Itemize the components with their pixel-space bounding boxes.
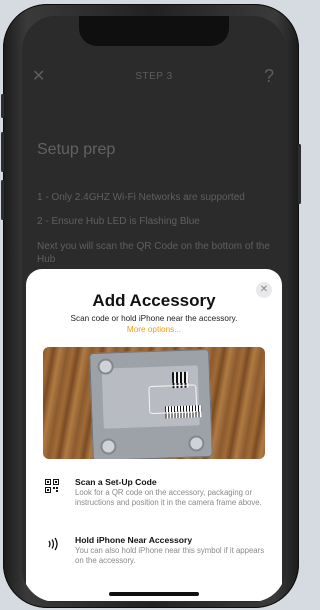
mute-switch: [1, 94, 4, 118]
option-title: Scan a Set-Up Code: [75, 477, 157, 487]
device-foot: [190, 437, 203, 450]
setup-line-1: 1 - Only 2.4GHZ Wi-Fi Networks are suppo…: [37, 192, 245, 203]
add-accessory-sheet: ✕ Add Accessory Scan code or hold iPhone…: [26, 269, 282, 601]
camera-viewfinder: [43, 347, 265, 459]
option-description: You can also hold iPhone near this symbo…: [75, 546, 265, 565]
qr-code-icon: [43, 479, 61, 496]
scan-frame: [148, 384, 198, 415]
sheet-title: Add Accessory: [92, 291, 216, 310]
more-options-link[interactable]: More options...: [26, 325, 282, 334]
sheet-subtitle: Scan code or hold iPhone near the access…: [70, 314, 238, 323]
power-button: [298, 144, 301, 204]
option-description: Look for a QR code on the accessory, pac…: [75, 488, 262, 507]
nfc-icon: [43, 537, 61, 554]
page-heading: Setup prep: [37, 141, 116, 158]
hub-device-image: [89, 348, 213, 459]
option-title: Hold iPhone Near Accessory: [75, 535, 193, 545]
volume-down-button: [1, 180, 4, 220]
home-indicator[interactable]: [109, 592, 199, 596]
volume-up-button: [1, 132, 4, 172]
step-title: STEP 3: [135, 71, 173, 82]
help-icon[interactable]: ?: [264, 66, 274, 87]
device-foot: [102, 440, 115, 453]
setup-line-3: Next you will scan the QR Code on the bo…: [37, 241, 270, 265]
notch: [79, 16, 229, 46]
phone-frame: ✕ STEP 3 ? Setup prep 1 - Only 2.4GHZ Wi…: [1, 4, 301, 608]
phone-screen: ✕ STEP 3 ? Setup prep 1 - Only 2.4GHZ Wi…: [22, 16, 286, 602]
setup-line-2: 2 - Ensure Hub LED is Flashing Blue: [37, 216, 200, 227]
